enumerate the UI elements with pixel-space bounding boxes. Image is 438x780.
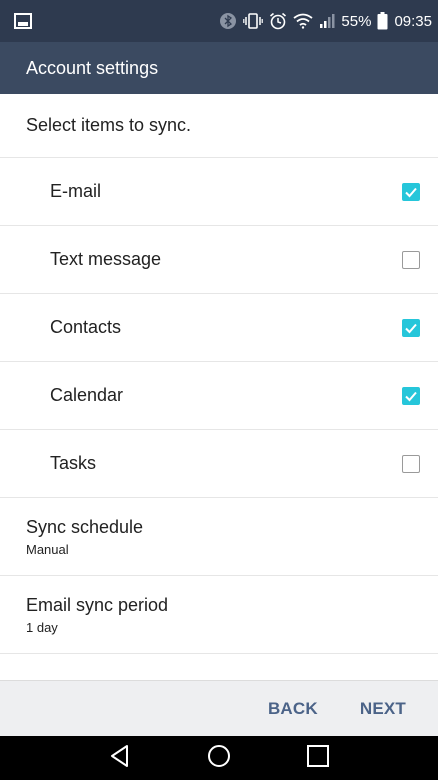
battery-icon [377,12,388,30]
app-bar: Account settings [0,42,438,94]
sync-item-label: Text message [50,249,162,269]
status-bar: 55% 09:35 [0,0,438,42]
sync-schedule-item[interactable]: Sync schedule Manual [0,498,438,576]
bluetooth-icon [219,12,237,30]
recents-icon[interactable] [305,743,331,774]
clock: 09:35 [394,12,432,30]
battery-percent: 55% [341,12,372,30]
gallery-icon [14,13,32,29]
alarm-icon [269,12,287,30]
bottom-action-bar: BACK NEXT [0,680,438,736]
back-icon[interactable] [107,743,133,774]
email-checkbox[interactable] [402,182,420,201]
sync-item-contacts[interactable]: Contacts [0,294,438,362]
sync-item-label: Calendar [50,385,124,405]
sync-item-label: Contacts [50,317,122,337]
pref-title: Sync schedule [26,516,144,537]
navigation-bar [0,736,438,780]
sync-item-calendar[interactable]: Calendar [0,362,438,430]
pref-title: Email sync period [26,594,169,615]
home-icon[interactable] [206,743,232,774]
tasks-checkbox[interactable] [402,454,420,473]
sync-item-email[interactable]: E-mail [0,158,438,226]
settings-list: Select items to sync. E-mail Text messag… [0,94,438,654]
signal-icon [319,13,335,29]
sync-item-text-message[interactable]: Text message [0,226,438,294]
section-header: Select items to sync. [0,94,438,158]
section-header-label: Select items to sync. [26,115,192,135]
pref-summary: 1 day [26,619,58,635]
vibrate-icon [243,12,264,30]
sync-item-label: Tasks [50,453,97,473]
text-message-checkbox[interactable] [402,250,420,269]
pref-summary: Manual [26,541,69,557]
email-sync-period-item[interactable]: Email sync period 1 day [0,576,438,654]
calendar-checkbox[interactable] [402,386,420,405]
contacts-checkbox[interactable] [402,318,420,337]
next-button[interactable]: NEXT [360,699,406,719]
back-button[interactable]: BACK [268,699,318,719]
sync-item-label: E-mail [50,181,102,201]
wifi-icon [293,13,313,29]
sync-item-tasks[interactable]: Tasks [0,430,438,498]
page-title: Account settings [26,57,159,78]
